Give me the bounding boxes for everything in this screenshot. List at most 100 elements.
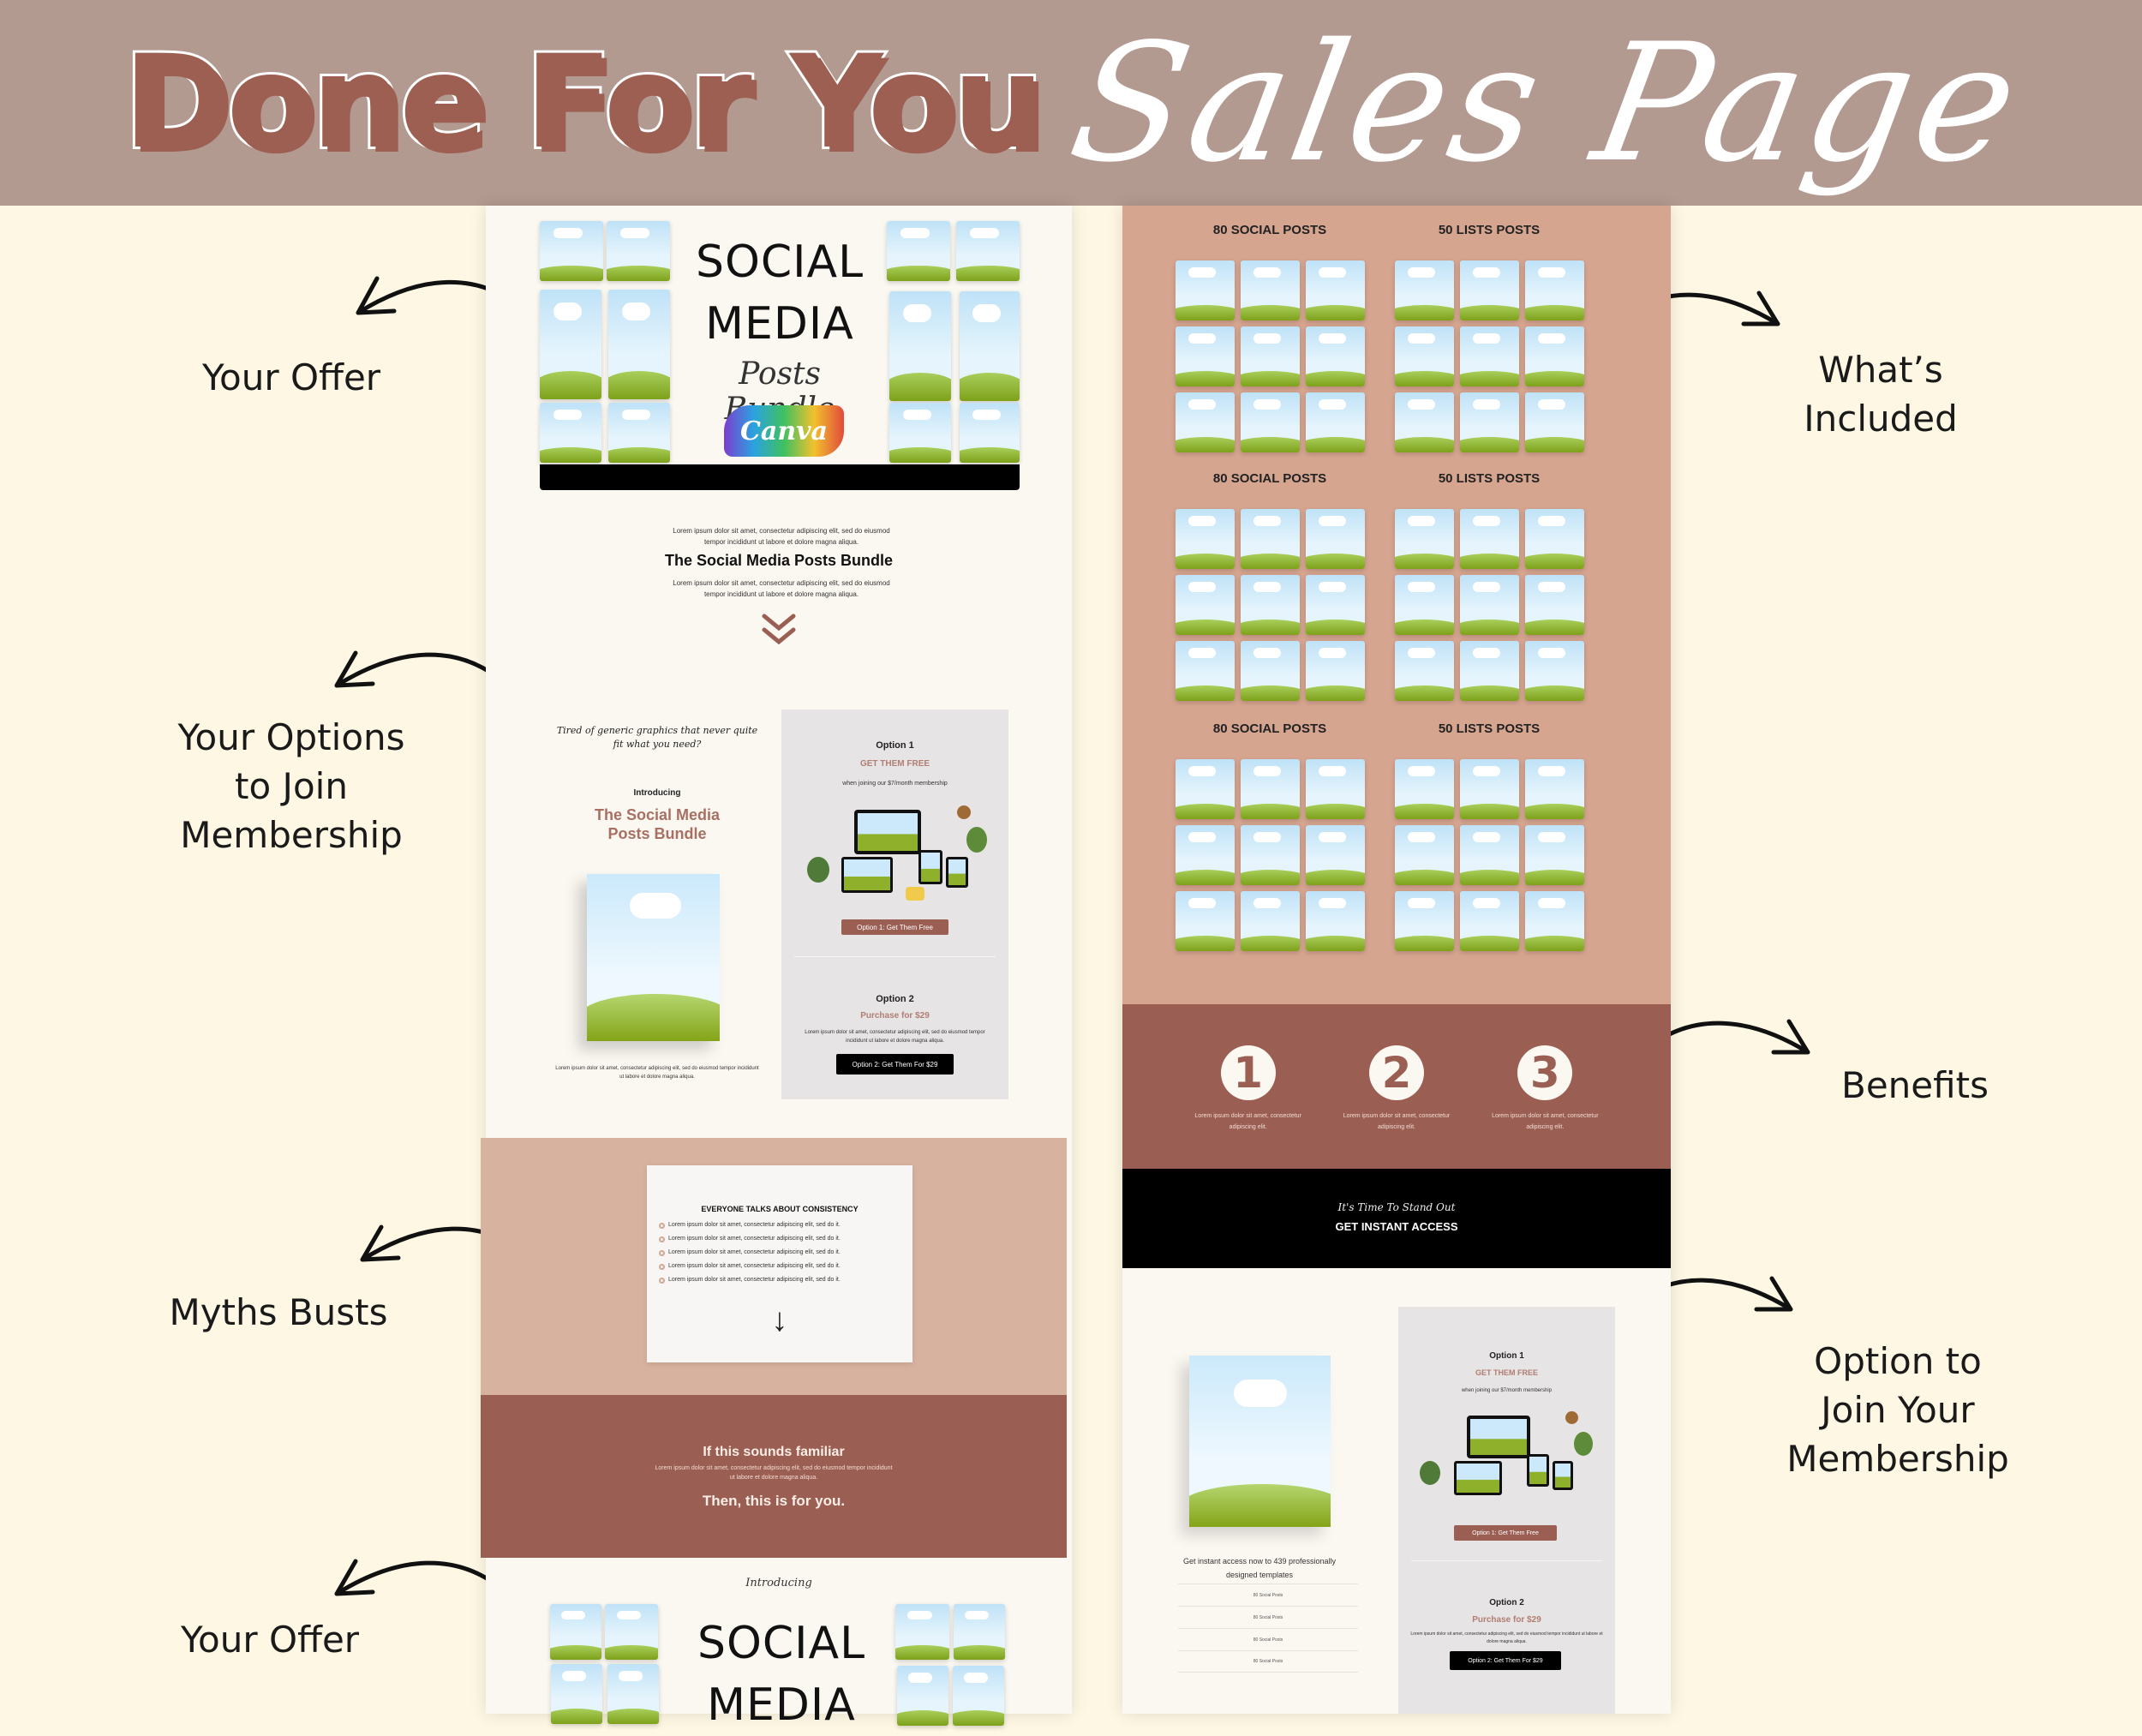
product-title: The Social Media Posts Bundle: [594, 806, 721, 842]
post-thumbnail: [1176, 392, 1235, 452]
group-label: 80 SOCIAL POSTS: [1212, 223, 1327, 237]
post-thumbnail: [1306, 641, 1365, 701]
post-thumbnail: [1460, 759, 1519, 819]
myth-bullet: Lorem ipsum dolor sit amet, consectetur …: [659, 1273, 907, 1287]
thumbnail: [889, 291, 951, 401]
post-thumbnail: [1395, 575, 1454, 635]
post-thumbnail: [1460, 392, 1519, 452]
thumbnail: [960, 291, 1020, 401]
canva-logo: Canva: [724, 405, 844, 457]
post-thumbnail: [1176, 575, 1235, 635]
option2-lorem: Lorem ipsum dolor sit amet, consectetur …: [1410, 1631, 1603, 1644]
hero-title: SOCIAL MEDIA: [695, 236, 865, 350]
circle-bullet-icon: [659, 1222, 665, 1229]
thumbnail: [607, 221, 670, 281]
option1-sub: when joining our $7/month membership: [1461, 1388, 1553, 1393]
benefits-list: 1 Lorem ipsum dolor sit amet, consectetu…: [1122, 1045, 1671, 1133]
post-thumbnail: [1241, 759, 1300, 819]
post-thumbnail: [1395, 641, 1454, 701]
myths-heading: EVERYONE TALKS ABOUT CONSISTENCY: [701, 1205, 859, 1213]
number-badge: 1: [1220, 1045, 1276, 1100]
product-box-image: [1189, 1356, 1331, 1527]
option2-accent: Purchase for $29: [1472, 1615, 1541, 1625]
post-thumbnail: [1460, 641, 1519, 701]
post-thumbnail: [1241, 641, 1300, 701]
option2-accent: Purchase for $29: [860, 1011, 930, 1021]
included-list-item: 80 Social Posts: [1178, 1628, 1358, 1650]
thumbnail: [887, 221, 950, 281]
myths-card: EVERYONE TALKS ABOUT CONSISTENCY Lorem i…: [647, 1165, 912, 1362]
group-label: 80 SOCIAL POSTS: [1212, 721, 1327, 736]
post-thumbnail: [1525, 260, 1584, 320]
post-thumbnail: [1395, 825, 1454, 885]
post-thumbnail: [1176, 509, 1235, 569]
join-options-panel: Option 1 GET THEM FREE when joining our …: [1398, 1307, 1615, 1714]
myth-bullet: Lorem ipsum dolor sit amet, consectetur …: [659, 1232, 907, 1246]
familiar-lorem: Lorem ipsum dolor sit amet, consectetur …: [655, 1465, 893, 1481]
hero-mockup: SOCIAL MEDIA Posts Bundle Canva: [540, 221, 1020, 504]
outro-lorem: Lorem ipsum dolor sit amet, consectetur …: [673, 579, 890, 598]
sales-page-left-column: SOCIAL MEDIA Posts Bundle Canva Lorem ip…: [481, 206, 1072, 1731]
number-badge: 2: [1368, 1045, 1424, 1100]
post-thumbnail: [1241, 392, 1300, 452]
benefit-item: 3 Lorem ipsum dolor sit amet, consectetu…: [1481, 1045, 1609, 1133]
option1-sub: when joining our $7/month membership: [842, 781, 948, 787]
post-thumbnail: [1525, 641, 1584, 701]
post-thumbnail: [1460, 326, 1519, 386]
familiar-section: If this sounds familiar Lorem ipsum dolo…: [481, 1395, 1067, 1558]
introducing-label: Introducing: [633, 788, 681, 798]
get-instant-access-button[interactable]: GET INSTANT ACCESS: [1122, 1220, 1671, 1233]
label-myths-busts: Myths Busts: [169, 1291, 388, 1333]
options-panel: Option 1 GET THEM FREE when joining our …: [781, 709, 1008, 1099]
post-thumbnail: [1306, 825, 1365, 885]
thumbnail: [551, 1664, 602, 1724]
label-your-offer: Your Offer: [201, 356, 381, 398]
post-thumbnail: [1241, 260, 1300, 320]
group-label: 50 LISTS POSTS: [1438, 223, 1541, 237]
bottom-hero-title: SOCIAL MEDIA: [697, 1618, 866, 1731]
post-thumbnail: [1525, 759, 1584, 819]
option1-accent: GET THEM FREE: [859, 759, 930, 769]
included-list: 80 Social Posts 80 Social Posts 80 Socia…: [1178, 1583, 1358, 1673]
group-label: 80 SOCIAL POSTS: [1212, 471, 1327, 486]
devices-mockup-image: [1420, 1411, 1595, 1506]
post-thumbnail: [1241, 575, 1300, 635]
thumbnail: [540, 221, 603, 281]
post-thumbnail: [1176, 759, 1235, 819]
header-banner: Done For You Sales Page: [0, 0, 2142, 206]
sales-page-right-column: 80 SOCIAL POSTS 50 LISTS POSTS 80 SOCIAL P…: [1122, 206, 1671, 1714]
post-thumbnail: [1176, 825, 1235, 885]
option1-button[interactable]: Option 1: Get Them Free: [841, 919, 948, 935]
circle-bullet-icon: [659, 1249, 665, 1256]
post-thumbnail: [1306, 891, 1365, 951]
for-you-heading: Then, this is for you.: [702, 1493, 846, 1509]
post-thumbnail: [1395, 891, 1454, 951]
post-thumbnail: [1241, 509, 1300, 569]
option1-title: Option 1: [876, 740, 914, 751]
post-thumbnail: [1395, 392, 1454, 452]
option2-title: Option 2: [876, 994, 914, 1004]
option1-button[interactable]: Option 1: Get Them Free: [1454, 1525, 1557, 1541]
thumbnail: [897, 1666, 948, 1726]
hero-bar: [540, 464, 1020, 490]
label-benefits: Benefits: [1841, 1064, 1989, 1106]
thumbnail: [540, 290, 601, 399]
option2-button[interactable]: Option 2: Get Them For $29: [1450, 1651, 1561, 1670]
label-your-options: Your Options to Join Membership: [177, 716, 405, 856]
option2-lorem: Lorem ipsum dolor sit amet, consectetur …: [805, 1030, 985, 1044]
thumbnail: [956, 221, 1020, 281]
divider: [794, 956, 996, 957]
thumbnail: [953, 1666, 1004, 1726]
thumbnail: [540, 403, 601, 463]
post-thumbnail: [1306, 759, 1365, 819]
double-chevron-down-icon[interactable]: [761, 613, 797, 647]
thumbnail: [608, 290, 670, 399]
post-thumbnail: [1395, 260, 1454, 320]
option2-button[interactable]: Option 2: Get Them For $29: [836, 1054, 954, 1075]
post-thumbnail: [1525, 825, 1584, 885]
cta-section: It's Time To Stand Out GET INSTANT ACCES…: [1122, 1169, 1671, 1268]
thumbnail: [960, 403, 1020, 463]
post-thumbnail: [1460, 260, 1519, 320]
arrow-down-icon: ↓: [771, 1302, 788, 1338]
header-title-block: Done For You: [121, 26, 1047, 180]
